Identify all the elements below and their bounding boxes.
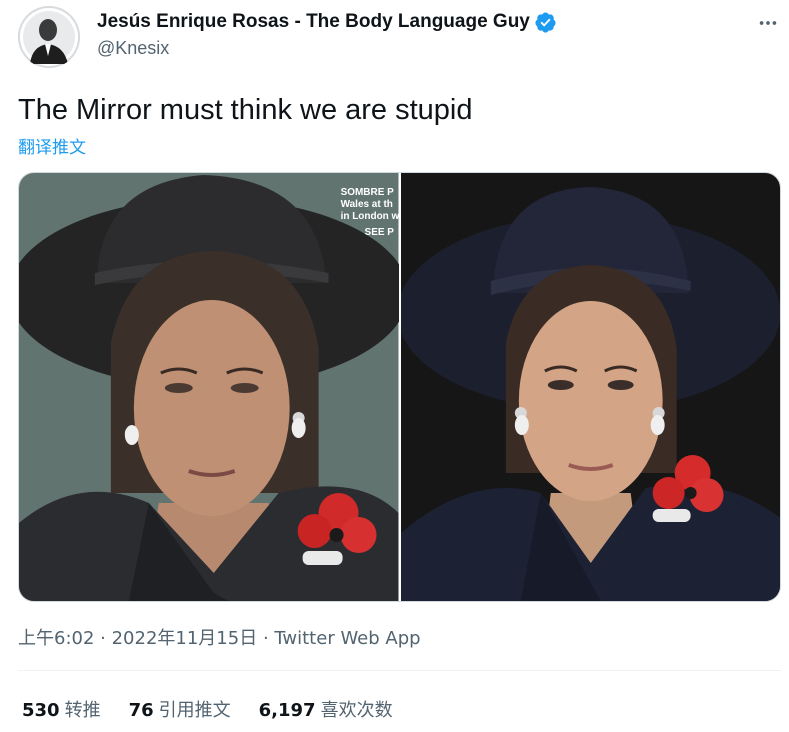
- likes-label: 喜欢次数: [320, 700, 393, 721]
- name-row: Jesús Enrique Rosas - The Body Language …: [97, 10, 557, 34]
- cover-caption-line2: Wales at th: [341, 199, 393, 210]
- tweet-text: The Mirror must think we are stupid: [18, 94, 473, 126]
- quotes-count: 76: [128, 700, 154, 721]
- retweets-label: 转推: [64, 700, 101, 721]
- verified-badge-icon: [535, 11, 556, 33]
- media-grid: SOMBRE P Wales at th in London w SEE P: [18, 172, 781, 602]
- quotes-stat[interactable]: 76 引用推文: [129, 696, 231, 722]
- cover-caption-line3: in London w: [341, 211, 399, 222]
- quotes-label: 引用推文: [158, 700, 231, 721]
- author-block: Jesús Enrique Rosas - The Body Language …: [97, 10, 557, 59]
- divider-top: [18, 670, 781, 671]
- meta-separator-2: ·: [257, 628, 275, 649]
- translate-tweet-link[interactable]: 翻译推文: [18, 133, 86, 158]
- more-options-icon[interactable]: [757, 12, 779, 34]
- photo-left-image: SOMBRE P Wales at th in London w SEE P: [19, 173, 399, 601]
- tweet-stats: 530 转推 76 引用推文 6,197 喜欢次数: [22, 696, 393, 722]
- photo-right-image: [400, 173, 780, 601]
- photo-left[interactable]: SOMBRE P Wales at th in London w SEE P: [19, 173, 399, 601]
- tweet-header: Jesús Enrique Rosas - The Body Language …: [18, 6, 783, 68]
- retweets-count: 530: [22, 700, 60, 721]
- handle[interactable]: @Knesix: [97, 38, 557, 59]
- tweet-date[interactable]: 2022年11月15日: [112, 628, 258, 649]
- avatar[interactable]: [18, 6, 80, 68]
- photo-right[interactable]: [400, 173, 780, 601]
- meta-separator: ·: [94, 628, 112, 649]
- tweet-time[interactable]: 上午6:02: [18, 628, 94, 649]
- display-name[interactable]: Jesús Enrique Rosas - The Body Language …: [97, 11, 530, 33]
- retweets-stat[interactable]: 530 转推: [22, 696, 101, 722]
- tweet-meta: 上午6:02 · 2022年11月15日 · Twitter Web App: [18, 624, 421, 650]
- profile-photo-icon: [18, 6, 80, 68]
- cover-caption-line1: SOMBRE P: [341, 187, 395, 198]
- likes-stat[interactable]: 6,197 喜欢次数: [259, 696, 393, 722]
- tweet-source[interactable]: Twitter Web App: [274, 628, 420, 649]
- likes-count: 6,197: [258, 700, 316, 721]
